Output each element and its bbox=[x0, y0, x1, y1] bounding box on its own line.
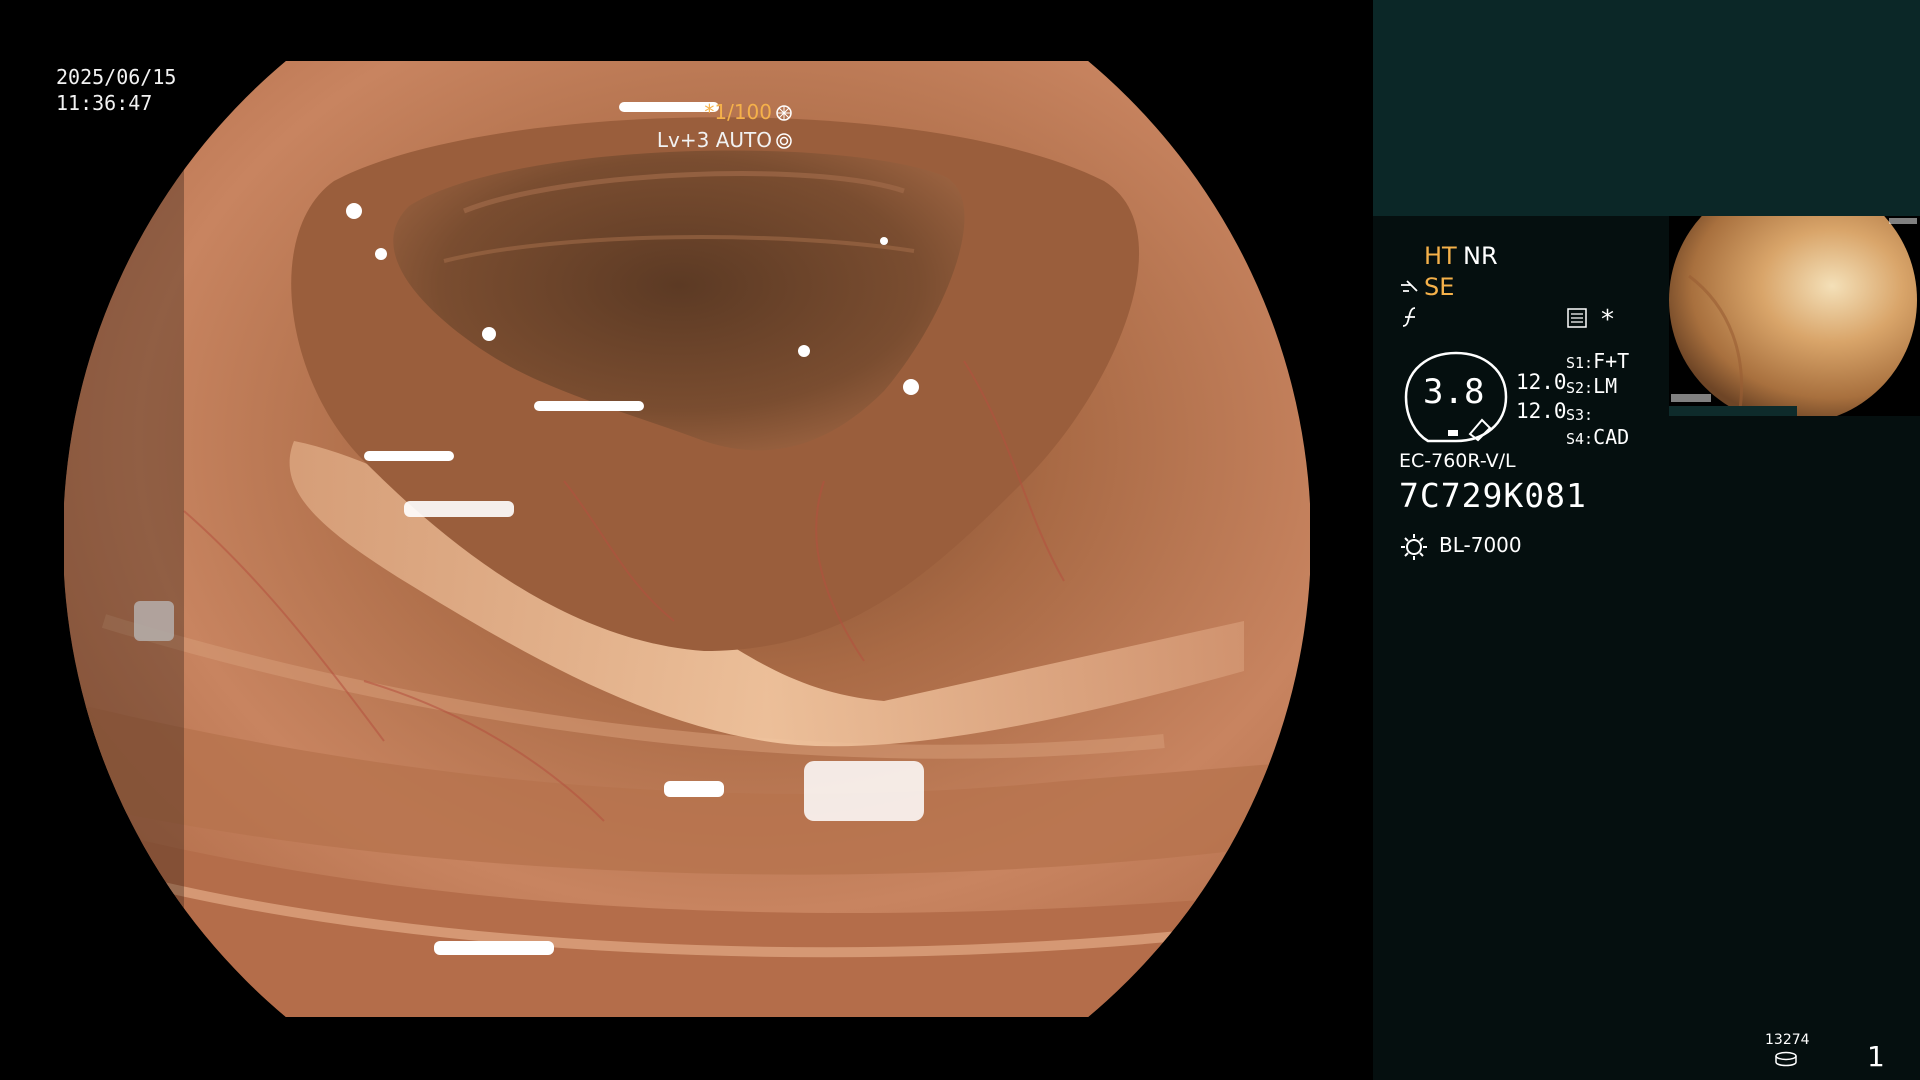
ht-indicator: HT bbox=[1424, 242, 1457, 270]
panel-header-area bbox=[1373, 0, 1920, 216]
nr-indicator: NR bbox=[1463, 242, 1498, 270]
iris-value: 3.8 bbox=[1423, 372, 1485, 412]
endoscopic-image bbox=[64, 61, 1310, 1017]
switch-s1: S1:F+T bbox=[1566, 349, 1630, 373]
main-view: 2025/06/15 11:36:47 *1/100 Lv+3 AUTO bbox=[0, 0, 1372, 1080]
setting-value-b: 12.0 bbox=[1516, 399, 1567, 423]
light-source-label: BL-7000 bbox=[1439, 533, 1522, 557]
date-text: 2025/06/15 bbox=[56, 65, 177, 89]
setting-value-a: 12.0 bbox=[1516, 370, 1567, 394]
date-time: 2025/06/15 11:36:47 bbox=[56, 64, 176, 116]
switch-s2: S2:LM bbox=[1566, 374, 1618, 398]
light-source-icon bbox=[1401, 534, 1427, 560]
scope-serial: 7C729K081 bbox=[1399, 476, 1587, 515]
endoscopy-monitor: 2025/06/15 11:36:47 *1/100 Lv+3 AUTO HT … bbox=[0, 0, 1920, 1080]
switch-s3: S3: bbox=[1566, 406, 1594, 424]
thumbnail-bar bbox=[1669, 406, 1797, 416]
image-count: 13274 bbox=[1765, 1032, 1810, 1048]
storage-icon bbox=[1775, 1051, 1797, 1067]
exposure-indicator: *1/100 Lv+3 AUTO bbox=[622, 98, 792, 154]
info-panel: HT NR SE * 3.8 12.0 12.0 S1:F+T S2:LM S3… bbox=[1373, 0, 1920, 1080]
auto-iris-icon bbox=[776, 133, 792, 149]
scope-model: EC-760R-V/L bbox=[1399, 450, 1516, 472]
shutter-speed: *1/100 bbox=[704, 100, 772, 124]
se-indicator: SE bbox=[1424, 273, 1455, 301]
page-number: 1 bbox=[1867, 1040, 1885, 1073]
enhance-icon bbox=[1402, 307, 1416, 327]
thumbnail-preview bbox=[1669, 216, 1920, 416]
switch-s4: S4:CAD bbox=[1566, 425, 1630, 449]
star-indicator: * bbox=[1601, 305, 1614, 335]
se-mode-icon bbox=[1401, 280, 1418, 292]
time-text: 11:36:47 bbox=[56, 91, 153, 115]
brightness-level: Lv+3 AUTO bbox=[656, 128, 772, 152]
menu-icon bbox=[1567, 308, 1587, 328]
aperture-icon bbox=[776, 105, 792, 121]
